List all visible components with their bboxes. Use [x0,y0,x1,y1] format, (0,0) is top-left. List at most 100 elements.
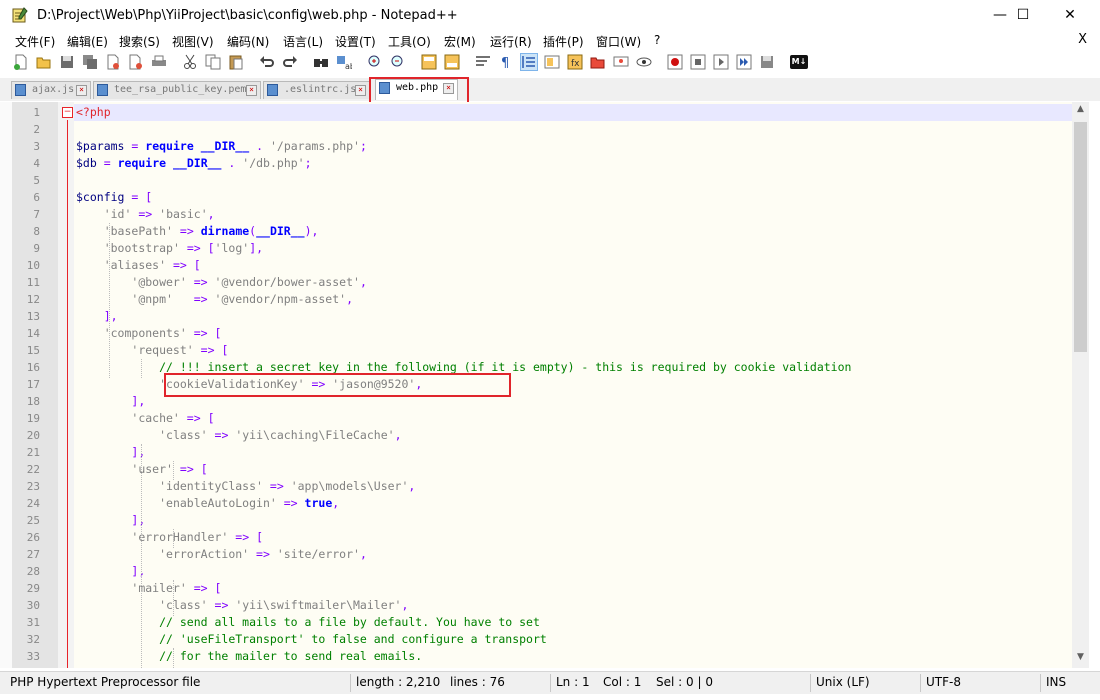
code-line[interactable]: 11 '@bower' => '@vendor/bower-asset', [12,274,1072,291]
code-text: 'basePath' => dirname(__DIR__), [103,224,319,238]
indent-guide-icon[interactable] [520,53,538,71]
menu-plugins[interactable]: 插件(P) [543,33,584,50]
menu-file[interactable]: 文件(F) [15,33,55,50]
code-line[interactable]: 3 $params = require __DIR__ . '/params.ph… [12,138,1072,155]
tab-ajax-js[interactable]: ajax.js × [11,81,91,99]
menu-edit[interactable]: 编辑(E) [67,33,108,50]
cut-icon[interactable] [182,54,198,70]
save-icon[interactable] [59,54,75,70]
code-line[interactable]: 9 'bootstrap' => ['log'], [12,240,1072,257]
zoom-in-icon[interactable] [367,54,383,70]
menu-window[interactable]: 窗口(W) [596,33,641,50]
menu-language[interactable]: 语言(L) [283,33,323,50]
scrollbar-thumb[interactable] [1074,122,1087,352]
code-line[interactable]: 23 'identityClass' => 'app\models\User', [12,478,1072,495]
indent-guide [141,444,142,668]
code-line[interactable]: 10 'aliases' => [ [12,257,1072,274]
stop-record-icon[interactable] [690,54,706,70]
menu-settings[interactable]: 设置(T) [335,33,376,50]
code-line[interactable]: 8 'basePath' => dirname(__DIR__), [12,223,1072,240]
code-line[interactable]: 7 'id' => 'basic', [12,206,1072,223]
code-line[interactable]: 31 // send all mails to a file by defaul… [12,614,1072,631]
code-line[interactable]: 28 ], [12,563,1072,580]
redo-icon[interactable] [282,54,298,70]
run-macro-multi-icon[interactable] [736,54,752,70]
scroll-up-icon[interactable]: ▲ [1072,104,1089,118]
code-line[interactable]: 6 $config = [ [12,189,1072,206]
code-line[interactable]: 1 <?php [12,104,1072,121]
find-icon[interactable] [313,54,329,70]
code-line[interactable]: 26 'errorHandler' => [ [12,529,1072,546]
menu-help[interactable]: ? [654,33,660,47]
undo-icon[interactable] [259,54,275,70]
tab-close-icon[interactable]: × [76,85,87,96]
record-macro-icon[interactable] [667,54,683,70]
new-file-icon[interactable] [13,54,29,70]
tab-close-icon[interactable]: × [246,85,257,96]
code-line[interactable]: 30 'class' => 'yii\swiftmailer\Mailer', [12,597,1072,614]
code-line[interactable]: 33 // for the mailer to send real emails… [12,648,1072,665]
eye-icon[interactable] [636,54,652,70]
code-line[interactable]: 14 'components' => [ [12,325,1072,342]
tab-eslintrc-js[interactable]: .eslintrc.js × [263,81,370,99]
function-list-icon[interactable]: fx [567,54,583,70]
line-number: 20 [26,429,40,442]
status-separator [550,674,551,692]
code-line[interactable]: 25 ], [12,512,1072,529]
save-macro-icon[interactable] [759,54,775,70]
save-all-icon[interactable] [82,54,98,70]
sync-v-icon[interactable] [421,54,437,70]
close-icon[interactable] [105,54,121,70]
tab-tee-rsa-public-key[interactable]: tee_rsa_public_key.pem × [93,81,261,99]
code-line[interactable]: 29 'mailer' => [ [12,580,1072,597]
close-window-button[interactable]: ✕ [1047,0,1093,32]
tab-close-icon[interactable]: × [355,85,366,96]
line-number: 26 [26,531,40,544]
zoom-out-icon[interactable] [390,54,406,70]
code-text: 'bootstrap' => ['log'], [103,241,264,255]
folder-workspace-icon[interactable] [590,54,606,70]
menu-tools[interactable]: 工具(O) [388,33,431,50]
indent-guide [173,461,174,480]
code-line[interactable]: 22 'user' => [ [12,461,1072,478]
replace-icon[interactable]: ab [336,54,352,70]
code-line[interactable]: 2 [12,121,1072,138]
menu-encoding[interactable]: 编码(N) [227,33,269,50]
code-line[interactable]: 24 'enableAutoLogin' => true, [12,495,1072,512]
code-line[interactable]: 4 $db = require __DIR__ . '/db.php'; [12,155,1072,172]
indent-guide [173,580,174,616]
menu-macro[interactable]: 宏(M) [444,33,476,50]
code-line[interactable]: 20 'class' => 'yii\caching\FileCache', [12,427,1072,444]
sync-h-icon[interactable] [444,54,460,70]
scroll-down-icon[interactable]: ▼ [1072,652,1089,666]
code-line[interactable]: 12 '@npm' => '@vendor/npm-asset', [12,291,1072,308]
menu-view[interactable]: 视图(V) [172,33,214,50]
code-line[interactable]: 5 [12,172,1072,189]
code-text: 'components' => [ [103,326,222,340]
monitor-icon[interactable] [613,54,629,70]
file-icon [97,84,108,96]
play-macro-icon[interactable] [713,54,729,70]
code-line[interactable]: 32 // 'useFileTransport' to false and co… [12,631,1072,648]
print-icon[interactable] [151,54,167,70]
code-line[interactable]: 19 'cache' => [ [12,410,1072,427]
menu-search[interactable]: 搜索(S) [119,33,160,50]
close-document-button[interactable]: X [1078,32,1087,47]
code-line[interactable]: 21 ], [12,444,1072,461]
maximize-button[interactable]: ☐ [1000,0,1046,32]
word-wrap-icon[interactable] [475,54,491,70]
code-line[interactable]: 15 'request' => [ [12,342,1072,359]
doc-map-icon[interactable] [544,54,560,70]
vertical-scrollbar[interactable]: ▲ ▼ [1072,102,1089,668]
code-line[interactable]: 13 ], [12,308,1072,325]
menu-run[interactable]: 运行(R) [490,33,532,50]
close-all-icon[interactable] [128,54,144,70]
show-all-chars-icon[interactable]: ¶ [498,54,514,70]
indent-guide [173,648,174,668]
copy-icon[interactable] [205,54,221,70]
markdown-icon[interactable]: M↓ [790,55,808,69]
code-line[interactable]: 27 'errorAction' => 'site/error', [12,546,1072,563]
paste-icon[interactable] [228,54,244,70]
code-text: <?php [76,105,111,119]
open-file-icon[interactable] [36,54,52,70]
